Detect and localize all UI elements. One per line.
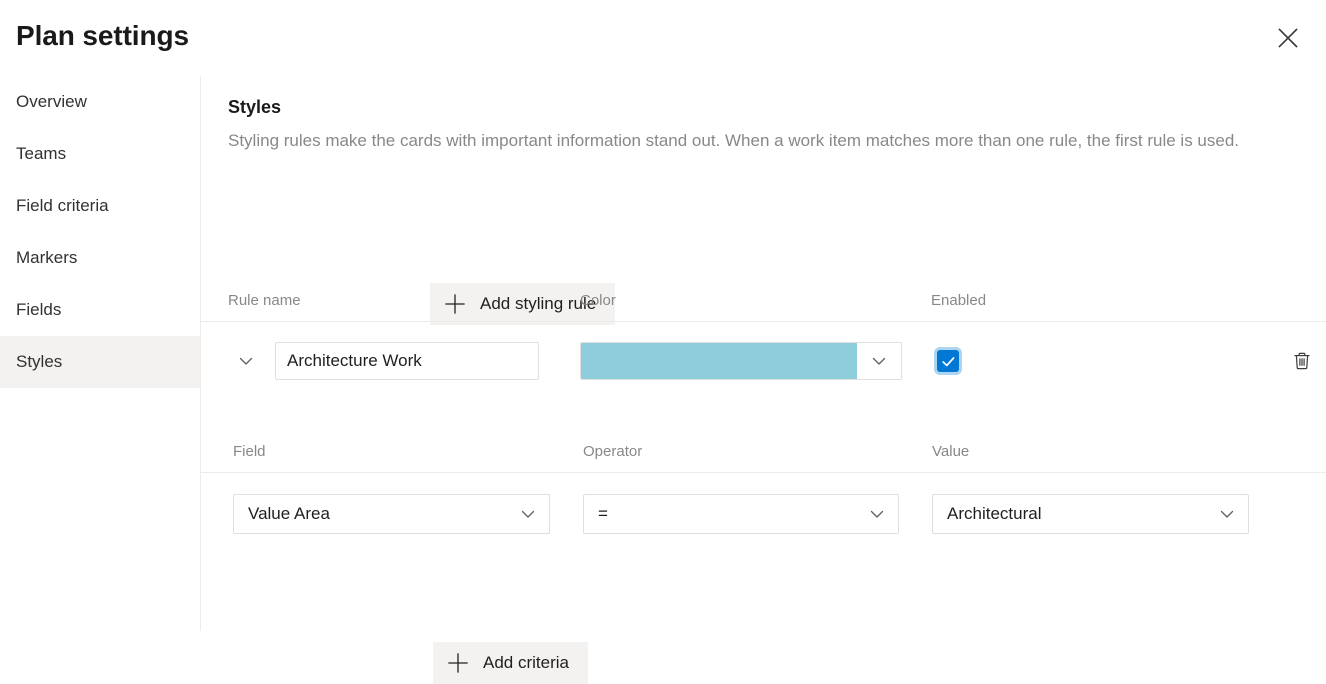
close-button[interactable] [1266,16,1310,60]
rule-name-input[interactable] [275,342,539,380]
column-header-color: Color [580,291,616,311]
chevron-down-icon [1214,505,1240,523]
criteria-operator-value: = [598,503,864,525]
panel-header: Plan settings [0,0,1326,76]
sidebar-item-label: Markers [16,248,77,268]
delete-rule-button[interactable] [1285,344,1319,378]
chevron-down-icon [857,343,901,379]
settings-sidebar: Overview Teams Field criteria Markers Fi… [0,76,201,631]
section-description: Styling rules make the cards with import… [228,128,1306,154]
criteria-operator-select[interactable]: = [583,494,899,534]
sidebar-item-overview[interactable]: Overview [0,76,200,128]
sidebar-item-teams[interactable]: Teams [0,128,200,180]
plan-settings-panel: Plan settings Overview Teams Field crite… [0,0,1326,631]
sidebar-item-fields[interactable]: Fields [0,284,200,336]
column-header-value: Value [932,442,969,462]
sidebar-item-label: Fields [16,300,61,320]
column-header-enabled: Enabled [931,291,986,311]
sidebar-item-styles[interactable]: Styles [0,336,200,388]
chevron-down-icon [237,352,255,370]
column-header-field: Field [233,442,266,462]
plus-icon [447,652,469,674]
criteria-value-value: Architectural [947,503,1214,525]
page-title: Plan settings [16,16,189,56]
criteria-column-header-row: Field Operator Value [201,432,1326,473]
checkbox-box [937,350,959,372]
criteria-value-select[interactable]: Architectural [932,494,1249,534]
criteria-field-value: Value Area [248,503,515,525]
close-icon [1277,27,1299,49]
rule-enabled-checkbox[interactable] [931,344,965,378]
sidebar-item-label: Styles [16,352,62,372]
expand-rule-toggle[interactable] [229,344,263,378]
sidebar-item-label: Teams [16,144,66,164]
sidebar-item-label: Field criteria [16,196,109,216]
rule-color-picker[interactable] [580,342,902,380]
chevron-down-icon [515,505,541,523]
sidebar-item-field-criteria[interactable]: Field criteria [0,180,200,232]
table-row [201,322,1326,402]
checkmark-icon [941,354,956,369]
column-header-operator: Operator [583,442,642,462]
sidebar-item-label: Overview [16,92,87,112]
color-swatch [581,343,857,379]
section-title: Styles [228,95,281,119]
chevron-down-icon [864,505,890,523]
add-criteria-label: Add criteria [483,653,569,673]
criteria-field-select[interactable]: Value Area [233,494,550,534]
trash-icon [1292,351,1312,371]
rules-column-header-row: Rule name Color Enabled [201,282,1326,322]
sidebar-item-markers[interactable]: Markers [0,232,200,284]
criteria-row: Value Area = Architectural [201,473,1326,551]
add-criteria-button[interactable]: Add criteria [433,642,588,684]
column-header-rule-name: Rule name [228,291,301,311]
